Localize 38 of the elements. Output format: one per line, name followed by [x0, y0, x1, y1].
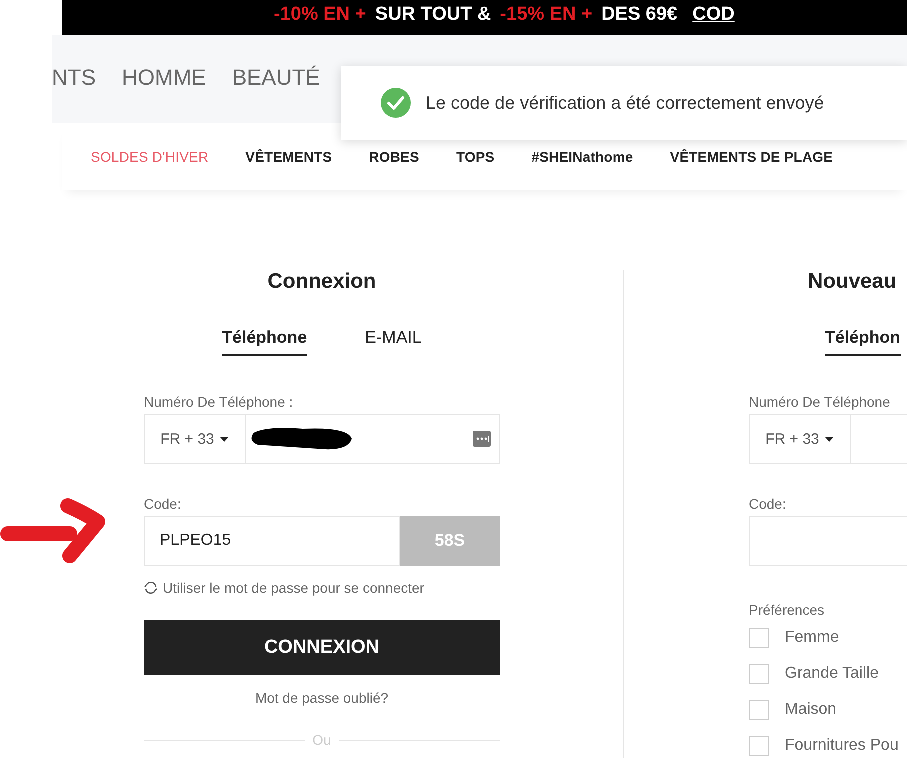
preferences-label: Préférences	[749, 602, 826, 618]
field-label: Numéro De Téléphone	[749, 394, 892, 410]
success-check-icon	[381, 88, 411, 118]
login-button[interactable]: CONNEXION	[144, 620, 500, 675]
forgot-password-link[interactable]: Mot de passe oublié?	[255, 690, 389, 706]
promo-text: SUR TOUT &	[375, 5, 492, 25]
code-input-field[interactable]: PLPEO15	[144, 516, 400, 566]
promo-text: -10% EN +	[274, 5, 366, 25]
tab[interactable]: Téléphone	[222, 328, 308, 356]
nav-link[interactable]: VÊTEMENTS DE PLAGE	[670, 148, 834, 164]
checkbox-label: Fournitures Pou	[785, 737, 899, 755]
checkbox-label: Grande Taille	[785, 665, 879, 683]
promo-link[interactable]: COD	[692, 5, 735, 25]
category-link[interactable]: NTS	[52, 65, 96, 91]
tab[interactable]: E-MAIL	[365, 328, 422, 356]
code-input-field[interactable]	[749, 516, 907, 566]
nav-link[interactable]: VÊTEMENTS	[246, 148, 332, 164]
tab[interactable]: Téléphon	[825, 328, 901, 356]
category-link[interactable]: BEAUTÉ	[232, 65, 320, 91]
field-label: Code:	[749, 496, 788, 512]
promo-text: DES 69€	[602, 5, 678, 25]
checkbox-label: Femme	[785, 629, 840, 647]
checkbox[interactable]	[749, 736, 769, 756]
category-link[interactable]: HOMME	[122, 65, 206, 91]
form-title: Nouveau	[807, 270, 898, 294]
toast-message: Le code de vérification a été correctement envoyé	[426, 92, 824, 114]
checkbox[interactable]	[749, 700, 769, 720]
form-title: Connexion	[266, 270, 378, 294]
field-label: Code:	[144, 496, 182, 512]
checkbox[interactable]	[749, 628, 769, 648]
promo-text: -15% EN +	[500, 5, 593, 25]
password-login-link[interactable]: Utiliser le mot de passe pour se connecter	[163, 580, 424, 596]
nav-link[interactable]: TOPS	[456, 148, 495, 164]
checkbox-label: Maison	[785, 701, 837, 719]
field-label: Numéro De Téléphone :	[144, 394, 294, 410]
refresh-icon	[144, 581, 158, 595]
nav-link[interactable]: ROBES	[369, 148, 420, 164]
checkbox[interactable]	[749, 664, 769, 684]
